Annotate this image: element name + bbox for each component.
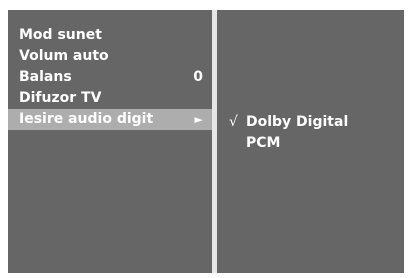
submenu-panel: √ Dolby Digital PCM (217, 10, 404, 273)
balance-value: 0 (193, 69, 203, 85)
option-pcm[interactable]: PCM (217, 133, 404, 154)
menu-item-label: Iesire audio digit (19, 111, 154, 127)
checkmark-icon: √ (229, 114, 238, 130)
menu-item-label: Mod sunet (19, 27, 102, 43)
menu-item-label: Volum auto (19, 48, 109, 64)
option-label: Dolby Digital (246, 114, 349, 130)
audio-menu-panel: Mod sunet Volum auto Balans 0 Difuzor TV… (8, 10, 212, 273)
menu-item-iesire-audio-digit[interactable]: Iesire audio digit ► (8, 109, 212, 130)
menu-item-mod-sunet[interactable]: Mod sunet (8, 25, 212, 46)
submenu-arrow-icon: ► (194, 113, 203, 126)
menu-item-balans[interactable]: Balans 0 (8, 67, 212, 88)
tv-osd-menu: Mod sunet Volum auto Balans 0 Difuzor TV… (0, 0, 414, 278)
menu-item-label: Difuzor TV (19, 90, 102, 106)
option-dolby-digital[interactable]: √ Dolby Digital (217, 112, 404, 133)
menu-item-difuzor-tv[interactable]: Difuzor TV (8, 88, 212, 109)
option-label: PCM (246, 135, 281, 151)
menu-item-label: Balans (19, 69, 72, 85)
menu-item-volum-auto[interactable]: Volum auto (8, 46, 212, 67)
